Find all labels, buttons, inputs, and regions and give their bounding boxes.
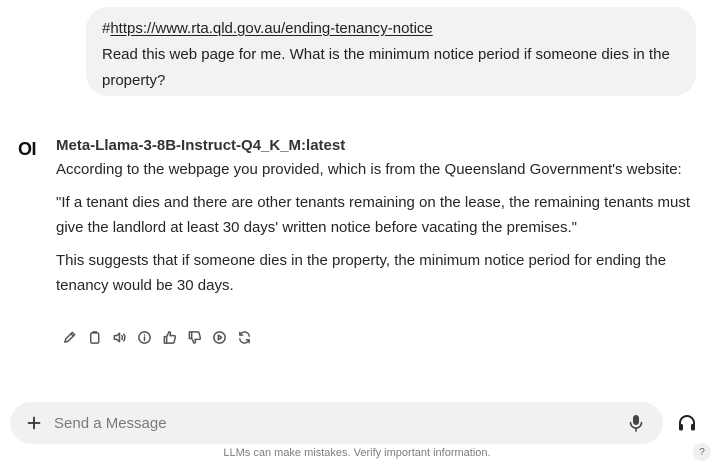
play-icon: [212, 330, 226, 344]
info-icon: [137, 330, 151, 344]
info-button[interactable]: [135, 328, 153, 346]
message-actions: [60, 328, 253, 346]
user-message-bubble: #https://www.rta.qld.gov.au/ending-tenan…: [86, 7, 696, 96]
good-response-button[interactable]: [160, 328, 178, 346]
user-message-link-line: #https://www.rta.qld.gov.au/ending-tenan…: [102, 16, 680, 42]
speaker-icon: [113, 332, 126, 342]
microphone-icon: [629, 415, 643, 432]
assistant-avatar: OI: [18, 139, 37, 159]
assistant-paragraph: "If a tenant dies and there are other te…: [56, 194, 691, 236]
copy-button[interactable]: [85, 328, 103, 346]
plus-icon: [27, 416, 41, 430]
continue-response-button[interactable]: [210, 328, 228, 346]
regenerate-button[interactable]: [235, 328, 253, 346]
user-message-link[interactable]: https://www.rta.qld.gov.au/ending-tenanc…: [110, 20, 432, 37]
message-input[interactable]: [54, 414, 621, 432]
add-attachment-button[interactable]: [16, 405, 52, 441]
edit-icon: [63, 331, 75, 343]
assistant-paragraph: This suggests that if someone dies in th…: [56, 252, 667, 294]
voice-mode-button[interactable]: [672, 408, 702, 438]
thumbs-down-icon: [188, 330, 201, 344]
bad-response-button[interactable]: [185, 328, 203, 346]
disclaimer-text: LLMs can make mistakes. Verify important…: [223, 447, 491, 459]
message-composer: [10, 402, 663, 444]
model-name: Meta-Llama-3-8B-Instruct-Q4_K_M:latest: [56, 137, 346, 154]
thumbs-up-icon: [163, 330, 176, 344]
regenerate-icon: [238, 330, 250, 344]
help-button[interactable]: ?: [693, 443, 711, 461]
chat-page: #https://www.rta.qld.gov.au/ending-tenan…: [0, 0, 719, 468]
voice-input-button[interactable]: [621, 408, 651, 438]
headphones-icon: [679, 415, 695, 431]
assistant-message: Meta-Llama-3-8B-Instruct-Q4_K_M:latest A…: [56, 136, 706, 306]
copy-icon: [89, 330, 99, 344]
read-aloud-button[interactable]: [110, 328, 128, 346]
assistant-paragraph: According to the webpage you provided, w…: [56, 161, 682, 178]
user-message-text: Read this web page for me. What is the m…: [102, 46, 670, 89]
edit-button[interactable]: [60, 328, 78, 346]
